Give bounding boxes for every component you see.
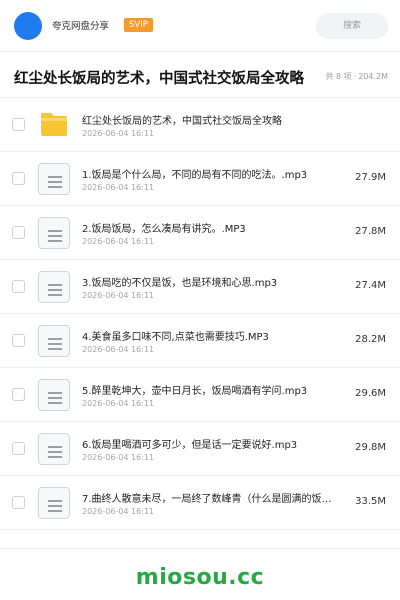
- select-checkbox[interactable]: [12, 442, 25, 455]
- audio-file-icon: [38, 433, 70, 465]
- file-name[interactable]: 4.美食虽多口味不同,点菜也需要技巧.MP3: [82, 328, 348, 343]
- file-size: 29.6M: [355, 388, 386, 399]
- file-name[interactable]: 5.醉里乾坤大，壶中日月长，饭局喝酒有学问.mp3: [82, 382, 348, 397]
- file-size: 27.8M: [355, 226, 386, 237]
- select-checkbox[interactable]: [12, 226, 25, 239]
- file-name[interactable]: 6.饭局里喝酒可多可少，但是话一定要说好.mp3: [82, 436, 348, 451]
- list-item[interactable]: 6.饭局里喝酒可多可少，但是话一定要说好.mp3 2026-06-04 16:1…: [0, 422, 400, 476]
- audio-file-icon: [38, 163, 70, 195]
- file-date: 2026-06-04 16:11: [82, 345, 155, 354]
- folder-icon: [38, 109, 70, 141]
- file-name[interactable]: 1.饭局是个什么局，不同的局有不同的吃法。.mp3: [82, 166, 348, 181]
- file-size: 27.9M: [355, 172, 386, 183]
- file-date: 2026-06-04 16:11: [82, 129, 155, 138]
- svip-badge: SVIP: [124, 18, 153, 32]
- file-name[interactable]: 7.曲终人散意未尽，一局终了数峰青（什么是圆满的饭…: [82, 490, 348, 505]
- file-size: 27.4M: [355, 280, 386, 291]
- select-checkbox[interactable]: [12, 280, 25, 293]
- total-size: 204.2M: [358, 72, 388, 81]
- file-date: 2026-06-04 16:11: [82, 183, 155, 192]
- file-date: 2026-06-04 16:11: [82, 291, 155, 300]
- search-input[interactable]: 搜索: [316, 13, 388, 39]
- list-item[interactable]: 1.饭局是个什么局，不同的局有不同的吃法。.mp3 2026-06-04 16:…: [0, 152, 400, 206]
- audio-file-icon: [38, 325, 70, 357]
- file-name[interactable]: 红尘处长饭局的艺术，中国式社交饭局全攻略: [82, 112, 348, 127]
- top-bar: 夸克网盘分享 SVIP 搜索: [0, 0, 400, 52]
- select-checkbox[interactable]: [12, 496, 25, 509]
- list-item[interactable]: 2.饭局饭局，怎么凑局有讲究。.MP3 2026-06-04 16:11 27.…: [0, 206, 400, 260]
- select-checkbox[interactable]: [12, 172, 25, 185]
- folder-header: 红尘处长饭局的艺术，中国式社交饭局全攻略 共 8 项 · 204.2M: [0, 52, 400, 98]
- meta-separator: ·: [353, 72, 357, 81]
- item-count: 共 8 项: [325, 72, 352, 81]
- select-checkbox[interactable]: [12, 388, 25, 401]
- list-item[interactable]: 3.饭局吃的不仅是饭，也是环境和心思.mp3 2026-06-04 16:11 …: [0, 260, 400, 314]
- list-item[interactable]: 5.醉里乾坤大，壶中日月长，饭局喝酒有学问.mp3 2026-06-04 16:…: [0, 368, 400, 422]
- list-item[interactable]: 红尘处长饭局的艺术，中国式社交饭局全攻略 2026-06-04 16:11: [0, 98, 400, 152]
- file-size: 29.8M: [355, 442, 386, 453]
- file-list: 红尘处长饭局的艺术，中国式社交饭局全攻略 2026-06-04 16:11 1.…: [0, 98, 400, 530]
- page-title: 红尘处长饭局的艺术，中国式社交饭局全攻略: [14, 71, 304, 87]
- audio-file-icon: [38, 379, 70, 411]
- audio-file-icon: [38, 271, 70, 303]
- avatar[interactable]: [14, 12, 42, 40]
- audio-file-icon: [38, 217, 70, 249]
- file-date: 2026-06-04 16:11: [82, 507, 155, 516]
- audio-file-icon: [38, 487, 70, 519]
- file-name[interactable]: 2.饭局饭局，怎么凑局有讲究。.MP3: [82, 220, 348, 235]
- file-date: 2026-06-04 16:11: [82, 399, 155, 408]
- file-size: 28.2M: [355, 334, 386, 345]
- file-size: 33.5M: [355, 496, 386, 507]
- select-checkbox[interactable]: [12, 118, 25, 131]
- file-date: 2026-06-04 16:11: [82, 237, 155, 246]
- folder-icon-graphic: [41, 113, 67, 136]
- file-date: 2026-06-04 16:11: [82, 453, 155, 462]
- file-name[interactable]: 3.饭局吃的不仅是饭，也是环境和心思.mp3: [82, 274, 348, 289]
- folder-meta: 共 8 项 · 204.2M: [325, 71, 388, 82]
- share-username: 夸克网盘分享: [52, 21, 110, 32]
- list-item[interactable]: 4.美食虽多口味不同,点菜也需要技巧.MP3 2026-06-04 16:11 …: [0, 314, 400, 368]
- select-checkbox[interactable]: [12, 334, 25, 347]
- footer: miosou.cc: [0, 548, 400, 600]
- watermark: miosou.cc: [135, 565, 265, 590]
- list-item[interactable]: 7.曲终人散意未尽，一局终了数峰青（什么是圆满的饭… 2026-06-04 16…: [0, 476, 400, 530]
